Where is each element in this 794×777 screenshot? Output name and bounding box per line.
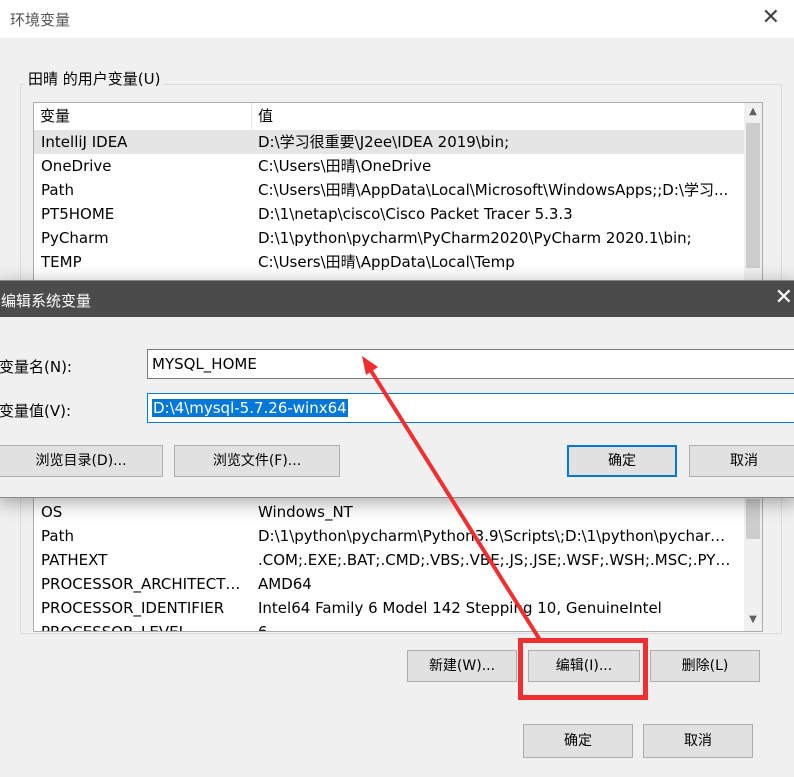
arrow-line	[366, 364, 542, 642]
arrow-head-icon	[362, 356, 378, 375]
arrow-annotation	[362, 356, 542, 642]
